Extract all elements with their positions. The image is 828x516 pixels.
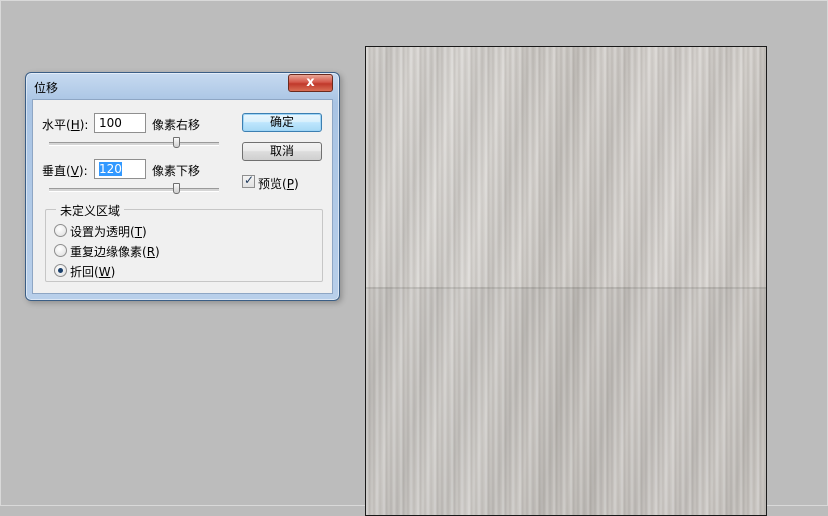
- vertical-input[interactable]: 120: [94, 159, 146, 179]
- radio-dot-icon: [58, 268, 63, 273]
- preview-label: 预览(P): [258, 177, 299, 191]
- close-button[interactable]: x: [288, 74, 333, 92]
- horizontal-label: 水平(H):: [42, 118, 89, 132]
- preview-checkbox[interactable]: ✓: [242, 173, 255, 188]
- ok-button[interactable]: 确定: [242, 113, 322, 132]
- undefined-area-legend: 未定义区域: [56, 202, 125, 219]
- radio-wrap-around-label: 折回(W): [70, 265, 116, 279]
- horizontal-unit: 像素右移: [152, 118, 201, 132]
- dialog-titlebar[interactable]: 位移 x: [26, 73, 339, 99]
- dialog-title: 位移: [34, 81, 59, 95]
- checkmark-icon: ✓: [244, 173, 255, 187]
- vertical-unit: 像素下移: [152, 164, 201, 178]
- horizontal-input[interactable]: 100: [94, 113, 146, 133]
- radio-repeat-edge-label: 重复边缘像素(R): [70, 245, 160, 259]
- vertical-slider-thumb[interactable]: [173, 183, 180, 194]
- texture-tile-bottom: [366, 287, 766, 515]
- cancel-button[interactable]: 取消: [242, 142, 322, 161]
- tile-seam: [366, 287, 766, 289]
- close-icon: x: [306, 75, 315, 90]
- horizontal-slider-thumb[interactable]: [173, 137, 180, 148]
- offset-dialog: 位移 x 水平(H): 100 像素右移 垂直(V): 120 像素下移 确定 …: [25, 72, 340, 301]
- radio-transparent-label: 设置为透明(T): [70, 225, 147, 239]
- dialog-body: 水平(H): 100 像素右移 垂直(V): 120 像素下移 确定 取消 ✓ …: [32, 99, 333, 294]
- radio-transparent[interactable]: [54, 224, 67, 237]
- vertical-label: 垂直(V):: [42, 164, 88, 178]
- radio-wrap-around[interactable]: [54, 264, 67, 277]
- texture-tile-top: [366, 47, 766, 287]
- horizontal-slider-track[interactable]: [49, 142, 219, 146]
- undefined-area-group: 未定义区域 设置为透明(T) 重复边缘像素(R) 折回(W): [45, 202, 323, 282]
- document-canvas[interactable]: [365, 46, 767, 516]
- radio-repeat-edge[interactable]: [54, 244, 67, 257]
- vertical-slider-track[interactable]: [49, 188, 219, 192]
